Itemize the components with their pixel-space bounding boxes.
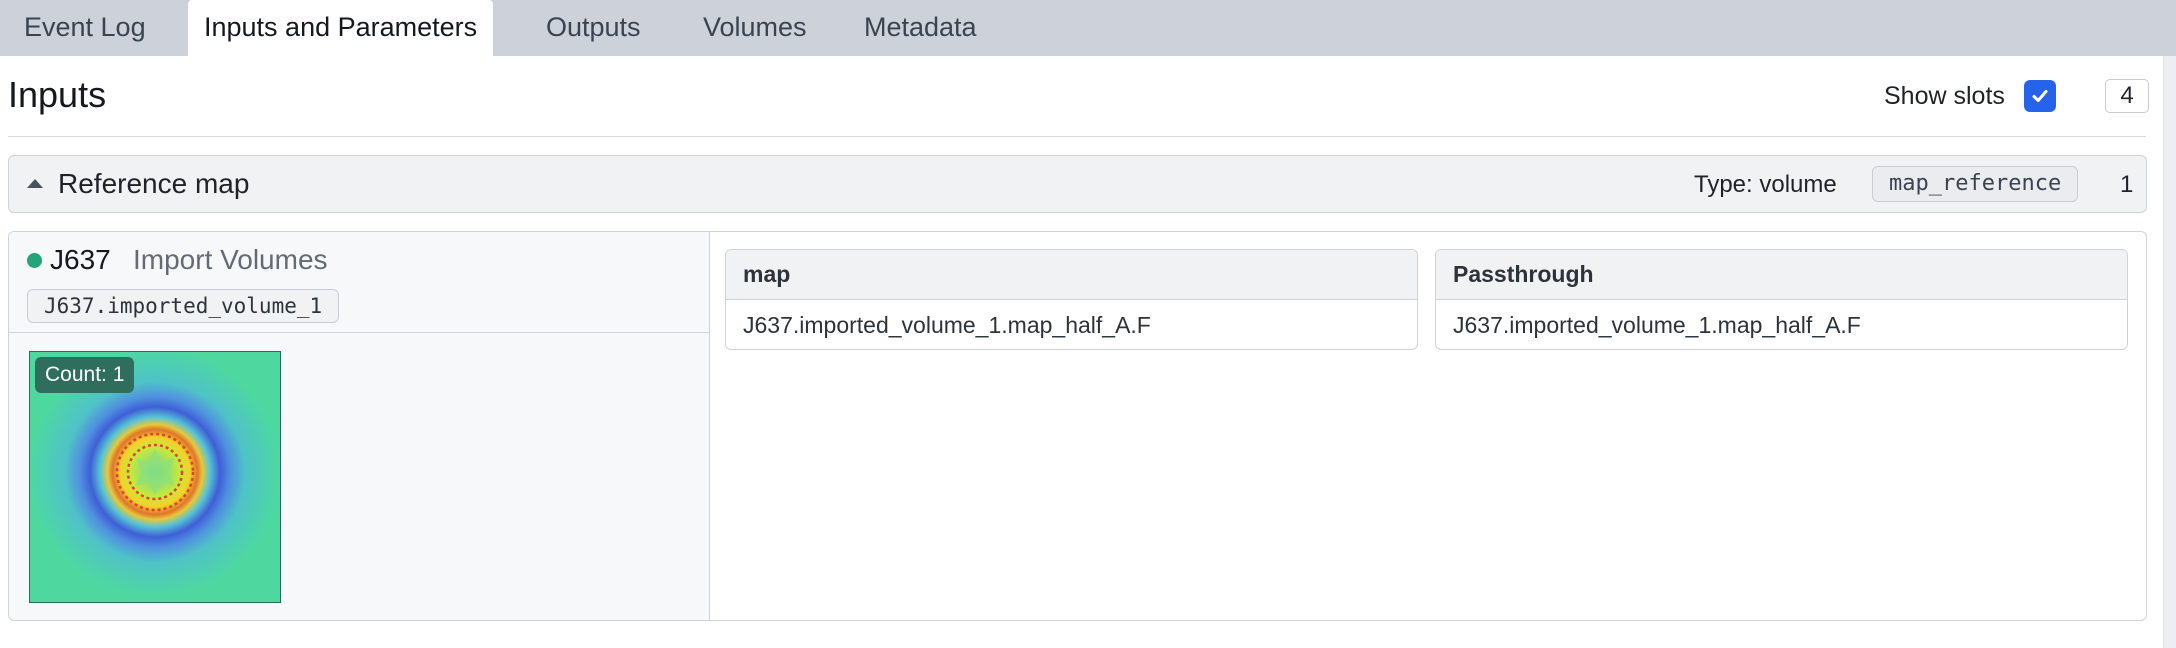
slot-value: J637.imported_volume_1.map_half_A.F <box>743 312 1151 338</box>
tab-event-log[interactable]: Event Log <box>8 0 162 56</box>
tab-metadata[interactable]: Metadata <box>848 0 993 56</box>
tab-outputs[interactable]: Outputs <box>530 0 657 56</box>
input-job-header: J637 Import Volumes J637.imported_volume… <box>9 232 709 333</box>
slot-value: J637.imported_volume_1.map_half_A.F <box>1453 312 1861 338</box>
slot-header: Passthrough <box>1436 250 2127 300</box>
job-id-link[interactable]: J637 <box>50 244 111 276</box>
reference-map-section-header[interactable]: Reference map Type: volume map_reference… <box>8 155 2147 213</box>
status-dot-icon <box>27 253 42 268</box>
show-slots-label: Show slots <box>1884 82 2005 110</box>
scrollbar[interactable] <box>2163 56 2176 648</box>
page-title: Inputs <box>8 74 107 115</box>
output-group-chip: J637.imported_volume_1 <box>27 289 340 323</box>
type-label: Type: volume <box>1694 171 1837 198</box>
section-title: Reference map <box>58 168 250 199</box>
volume-thumbnail[interactable]: Count: 1 <box>29 351 281 603</box>
tab-inputs-and-parameters[interactable]: Inputs and Parameters <box>188 0 494 56</box>
slot-table-map: map J637.imported_volume_1.map_half_A.F <box>725 249 1418 350</box>
collapse-caret-icon[interactable] <box>27 179 43 188</box>
slot-name-code: map_reference <box>1872 166 2079 202</box>
slot-table-passthrough: Passthrough J637.imported_volume_1.map_h… <box>1435 249 2128 350</box>
section-count: 1 <box>2120 171 2134 198</box>
count-badge: Count: 1 <box>35 357 135 393</box>
show-slots-checkbox[interactable] <box>2024 80 2056 112</box>
tab-bar: Event Log Inputs and Parameters Outputs … <box>0 0 2176 56</box>
slot-header: map <box>726 250 1417 300</box>
job-type-label: Import Volumes <box>133 244 328 275</box>
divider <box>8 136 2146 137</box>
input-count-badge: 4 <box>2105 79 2149 113</box>
input-job-card: J637 Import Volumes J637.imported_volume… <box>9 232 710 620</box>
tab-volumes[interactable]: Volumes <box>687 0 823 56</box>
checkmark-icon <box>2032 90 2048 102</box>
input-connection-panel: J637 Import Volumes J637.imported_volume… <box>8 231 2147 621</box>
